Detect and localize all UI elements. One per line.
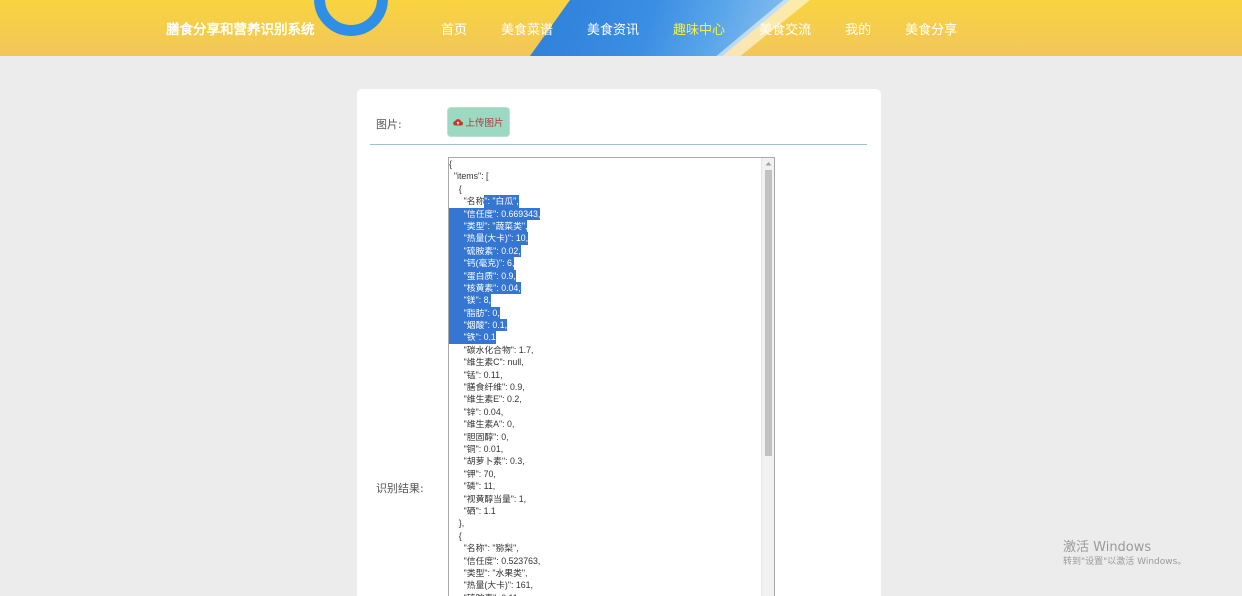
result-line: "硫胺素": 0.02, <box>449 244 762 258</box>
result-line-text: "胡萝卜素": 0.3, <box>449 456 525 467</box>
result-line: { <box>449 158 762 170</box>
result-line: "钙(毫克)": 6, <box>449 257 762 270</box>
result-line: "核黄素": 0.04, <box>449 281 762 295</box>
result-line: }, <box>449 517 762 529</box>
upload-button-label: 上传图片 <box>465 118 504 129</box>
result-line-text: "维生素C": null, <box>449 357 524 368</box>
result-line: "维生素A": 0, <box>449 418 762 430</box>
result-line-text: "锰": 0.11, <box>449 369 503 380</box>
result-line-selected-text: "烟酸": 0.1, <box>449 319 508 332</box>
result-line-selected-text: "脂肪": 0, <box>449 306 500 320</box>
result-line: "胡萝卜素": 0.3, <box>449 455 762 467</box>
result-line: "热量(大卡)": 161, <box>449 579 762 591</box>
result-line: "类型": "蔬菜类", <box>449 219 762 233</box>
result-line-selected-text: "蛋白质": 0.9, <box>449 269 516 282</box>
result-line: "蛋白质": 0.9, <box>449 269 762 282</box>
result-line: "类型": "水果类", <box>449 567 762 579</box>
nav-item-share[interactable]: 美食分享 <box>905 19 957 38</box>
result-line: { <box>449 530 762 542</box>
result-line: "items": [ <box>449 170 762 182</box>
result-line: "脂肪": 0, <box>449 306 762 320</box>
activate-windows-subtitle: 转到"设置"以激活 Windows。 <box>1063 557 1187 567</box>
result-line-text: { <box>449 183 462 194</box>
result-line: "硫胺素": 0.11, <box>449 592 762 596</box>
result-line: "铜": 0.01, <box>449 443 762 455</box>
result-textarea[interactable]: { "items": [ { "名称": "白瓜", "信任度": 0.6693… <box>448 157 775 596</box>
result-line-selected-text: "核黄素": 0.04, <box>449 281 521 295</box>
result-line-text: "类型": "水果类", <box>449 567 528 578</box>
result-line-text: { <box>449 159 452 169</box>
result-line: "热量(大卡)": 10, <box>449 232 762 245</box>
result-line: "硒": 1.1 <box>449 505 762 517</box>
result-line: { <box>449 183 762 195</box>
cloud-upload-icon <box>453 119 464 126</box>
nav-item-exchange[interactable]: 美食交流 <box>759 19 811 38</box>
result-line-text: "视黄醇当量": 1, <box>449 493 527 504</box>
scrollbar-thumb[interactable] <box>765 170 772 456</box>
result-line-text: "铜": 0.01, <box>449 443 504 454</box>
nav-item-recipes[interactable]: 美食菜谱 <box>501 19 553 38</box>
result-line: "名称": "猕梨", <box>449 542 762 554</box>
result-line-text: { <box>449 530 462 541</box>
recognition-card: 图片: 上传图片 识别结果: { "items": [ { "名称": "白瓜"… <box>357 89 881 596</box>
result-line: "烟酸": 0.1, <box>449 319 762 332</box>
nav-item-mine[interactable]: 我的 <box>845 19 871 38</box>
result-line-selected-text: "硫胺素": 0.02, <box>449 244 521 258</box>
result-line: "磷": 11, <box>449 480 762 492</box>
nav-item-fun-center[interactable]: 趣味中心 <box>673 19 725 38</box>
result-line: "钾": 70, <box>449 468 762 480</box>
result-line-text: "热量(大卡)": 161, <box>449 580 533 591</box>
result-line-text: "维生素A": 0, <box>449 419 515 430</box>
logo-ring-icon <box>314 0 388 36</box>
result-line-text: "名称": "猕梨", <box>449 543 519 554</box>
result-line-text: "膳食纤维": 0.9, <box>449 382 525 393</box>
result-line-selected-text: "铁": 0.1 <box>449 331 496 344</box>
result-line-text: "锌": 0.04, <box>449 406 504 417</box>
result-text: { "items": [ { "名称": "白瓜", "信任度": 0.6693… <box>449 158 762 596</box>
result-line-selected-text: ": "白瓜", <box>484 195 519 208</box>
result-line: "胆固醇": 0, <box>449 431 762 443</box>
result-line: "镁": 8, <box>449 294 762 307</box>
image-label: 图片: <box>376 118 402 131</box>
nav-item-news[interactable]: 美食资讯 <box>587 19 639 38</box>
result-line: "视黄醇当量": 1, <box>449 493 762 505</box>
result-line-selected-text: "信任度": 0.669343, <box>449 207 541 220</box>
nav-item-home[interactable]: 首页 <box>441 19 467 38</box>
result-line-selected-text: "热量(大卡)": 10, <box>449 232 529 245</box>
result-line: "信任度": 0.669343, <box>449 207 762 220</box>
result-line-text: "钾": 70, <box>449 468 496 479</box>
result-label: 识别结果: <box>376 482 424 495</box>
site-title[interactable]: 膳食分享和营养识别系统 <box>166 18 315 38</box>
result-line-text: "硫胺素": 0.11, <box>449 592 520 596</box>
upload-image-button[interactable]: 上传图片 <box>448 108 509 136</box>
result-line: "锌": 0.04, <box>449 406 762 418</box>
result-line-selected-text: "镁": 8, <box>449 294 491 307</box>
result-line-text: "信任度": 0.523763, <box>449 555 541 566</box>
result-line-selected-text: "类型": "蔬菜类", <box>449 219 528 233</box>
result-line-text: "碳水化合物": 1.7, <box>449 344 534 355</box>
result-line-text: }, <box>449 518 465 529</box>
result-line-text: "维生素E": 0.2, <box>449 394 522 405</box>
result-line-text: "磷": 11, <box>449 481 496 492</box>
divider <box>370 144 867 145</box>
result-line-selected-text: "钙(毫克)": 6, <box>449 257 515 270</box>
activate-windows-title: 激活 Windows <box>1063 540 1152 555</box>
scroll-up-arrow-icon[interactable] <box>762 158 774 169</box>
result-line: "碳水化合物": 1.7, <box>449 344 762 356</box>
result-line-text: "硒": 1.1 <box>449 505 496 516</box>
result-line-text: "名称 <box>449 196 485 207</box>
result-line: "锰": 0.11, <box>449 369 762 381</box>
main-nav: 首页 美食菜谱 美食资讯 趣味中心 美食交流 我的 美食分享 <box>424 0 957 56</box>
result-line-text: "items": [ <box>449 171 489 182</box>
result-line: "铁": 0.1 <box>449 331 762 344</box>
result-line-text: "胆固醇": 0, <box>449 431 509 442</box>
result-line: "维生素E": 0.2, <box>449 393 762 405</box>
result-line: "维生素C": null, <box>449 356 762 368</box>
result-line: "膳食纤维": 0.9, <box>449 381 762 393</box>
vertical-scrollbar[interactable] <box>761 158 774 596</box>
result-line: "名称": "白瓜", <box>449 195 762 208</box>
top-header: 膳食分享和营养识别系统 首页 美食菜谱 美食资讯 趣味中心 美食交流 我的 美食… <box>0 0 1242 56</box>
result-line: "信任度": 0.523763, <box>449 555 762 567</box>
